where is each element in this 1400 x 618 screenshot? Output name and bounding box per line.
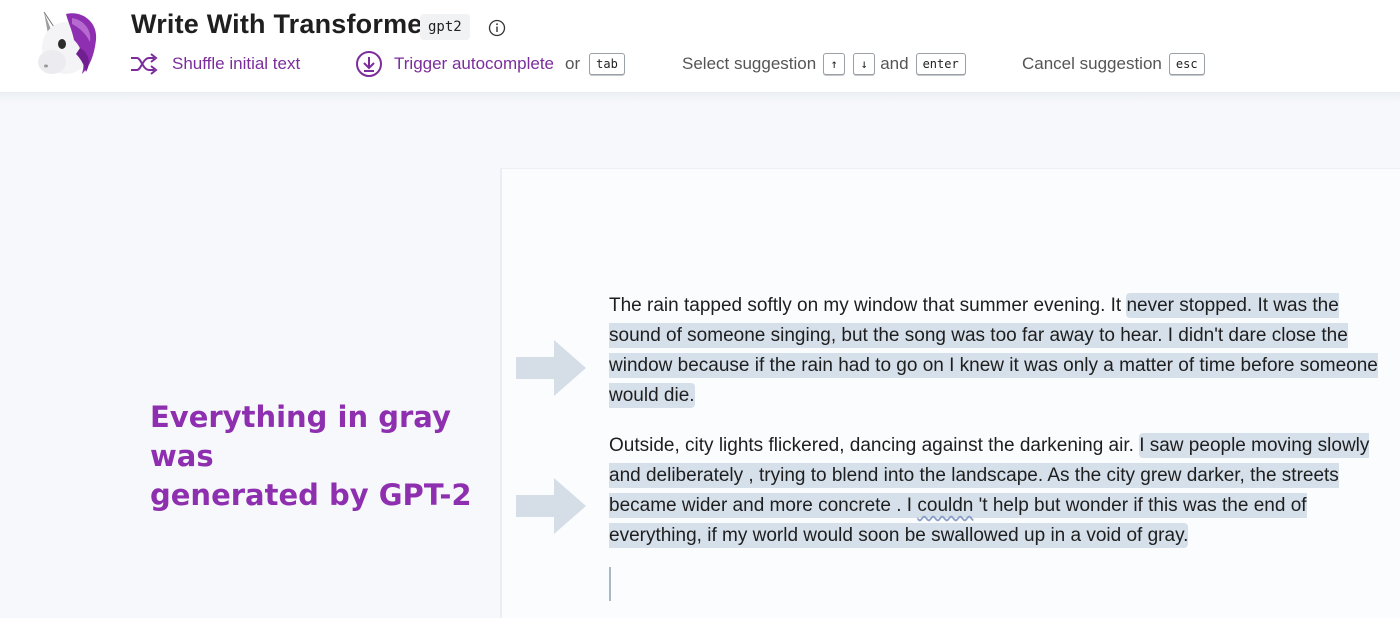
app-title: Write With Transformer [131, 9, 434, 39]
annotation-line-1: Everything in gray was [150, 400, 451, 473]
spellcheck-word[interactable]: couldn [917, 495, 973, 516]
esc-key: esc [1168, 53, 1205, 75]
cancel-suggestion-label: Cancel suggestion [1022, 54, 1162, 73]
cancel-suggestion-hint: Cancel suggestion esc [1022, 51, 1205, 77]
prompt-text-1: The rain tapped softly on my window that… [609, 295, 1127, 316]
trigger-autocomplete-group: Trigger autocomplete or tab [355, 51, 625, 77]
header-shadow [0, 93, 1400, 103]
down-key: ↓ [853, 53, 876, 75]
shuffle-icon [131, 53, 158, 75]
unicorn-logo [38, 11, 97, 75]
editor-panel[interactable]: The rain tapped softly on my window that… [500, 168, 1400, 618]
text-cursor [609, 567, 611, 601]
paragraph-1[interactable]: The rain tapped softly on my window that… [609, 291, 1379, 411]
shuffle-button[interactable]: Shuffle initial text [129, 51, 300, 77]
trigger-autocomplete-button[interactable]: Trigger autocomplete [394, 51, 554, 77]
right-arrow-icon [516, 478, 586, 534]
download-circle-icon[interactable] [355, 50, 383, 78]
up-key: ↑ [823, 53, 846, 75]
or-label: or [565, 54, 581, 73]
app-header: Write With Transformer gpt2 Shuffle init… [0, 0, 1400, 93]
prompt-text-2: Outside, city lights flickered, dancing … [609, 435, 1140, 456]
select-suggestion-hint: Select suggestion ↑ ↓ and enter [682, 51, 966, 77]
enter-key: enter [915, 53, 966, 75]
and-label: and [880, 54, 909, 73]
gpt2-annotation: Everything in gray was generated by GPT-… [150, 398, 500, 515]
tab-key: tab [589, 53, 625, 75]
annotation-line-2: generated by GPT-2 [150, 478, 472, 512]
select-suggestion-label: Select suggestion [682, 54, 817, 73]
right-arrow-icon [516, 340, 586, 396]
shuffle-label: Shuffle initial text [172, 54, 301, 73]
model-badge[interactable]: gpt2 [420, 14, 470, 40]
info-icon[interactable] [488, 19, 506, 37]
paragraph-2[interactable]: Outside, city lights flickered, dancing … [609, 431, 1379, 551]
